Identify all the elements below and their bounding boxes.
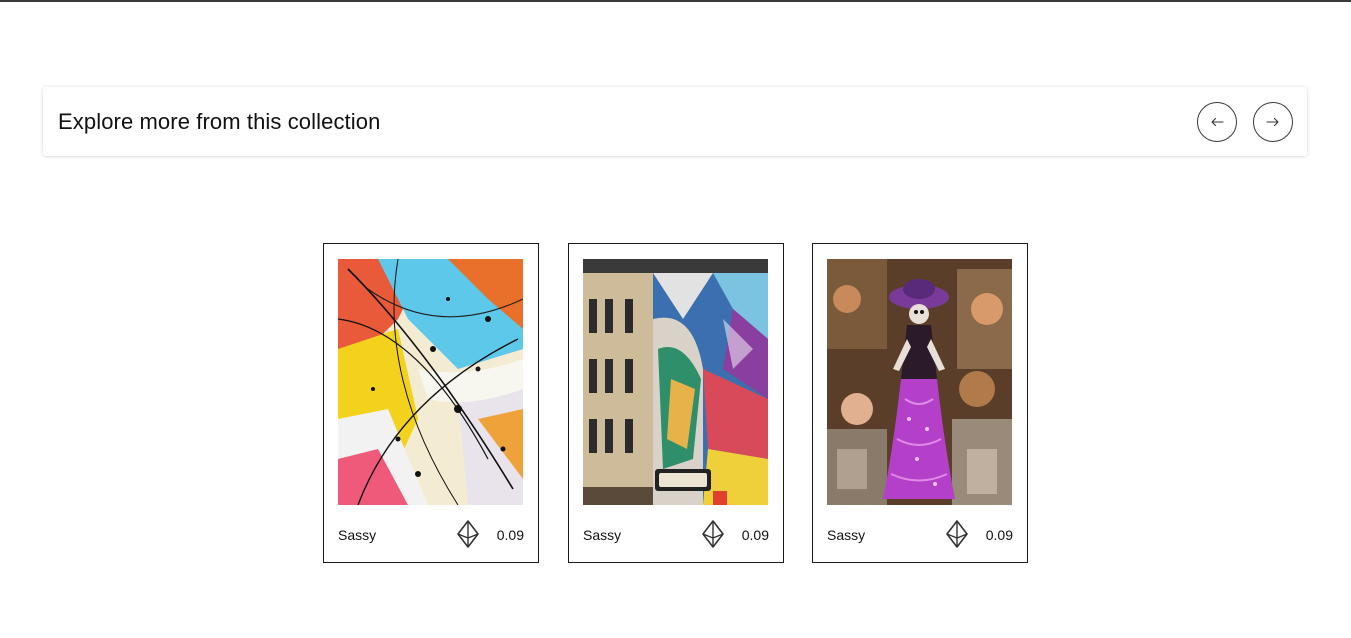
nft-card[interactable]: Sassy 0.09 <box>323 243 539 563</box>
creator-name[interactable]: Sassy <box>583 526 621 544</box>
creator-name[interactable]: Sassy <box>827 526 865 544</box>
ethereum-icon <box>457 520 479 548</box>
ethereum-icon <box>946 520 968 548</box>
nft-card[interactable]: Sassy 0.09 <box>812 243 1028 563</box>
collection-title: Explore more from this collection <box>58 109 381 134</box>
creator-name[interactable]: Sassy <box>338 526 376 544</box>
artwork-image-street-mural[interactable] <box>583 259 768 505</box>
price-value: 0.09 <box>985 527 1013 543</box>
arrow-right-icon <box>1266 117 1279 127</box>
top-divider <box>0 0 1351 2</box>
ethereum-icon <box>702 520 724 548</box>
price-value: 0.09 <box>741 527 769 543</box>
price-value: 0.09 <box>496 527 524 543</box>
artwork-image-abstract-paint[interactable] <box>338 259 523 505</box>
carousel-next-button[interactable] <box>1253 102 1293 142</box>
nft-card[interactable]: Sassy 0.09 <box>568 243 784 563</box>
carousel-prev-button[interactable] <box>1197 102 1237 142</box>
artwork-image-catrina-figure[interactable] <box>827 259 1012 505</box>
collection-header: Explore more from this collection <box>43 87 1307 156</box>
arrow-left-icon <box>1211 117 1224 127</box>
